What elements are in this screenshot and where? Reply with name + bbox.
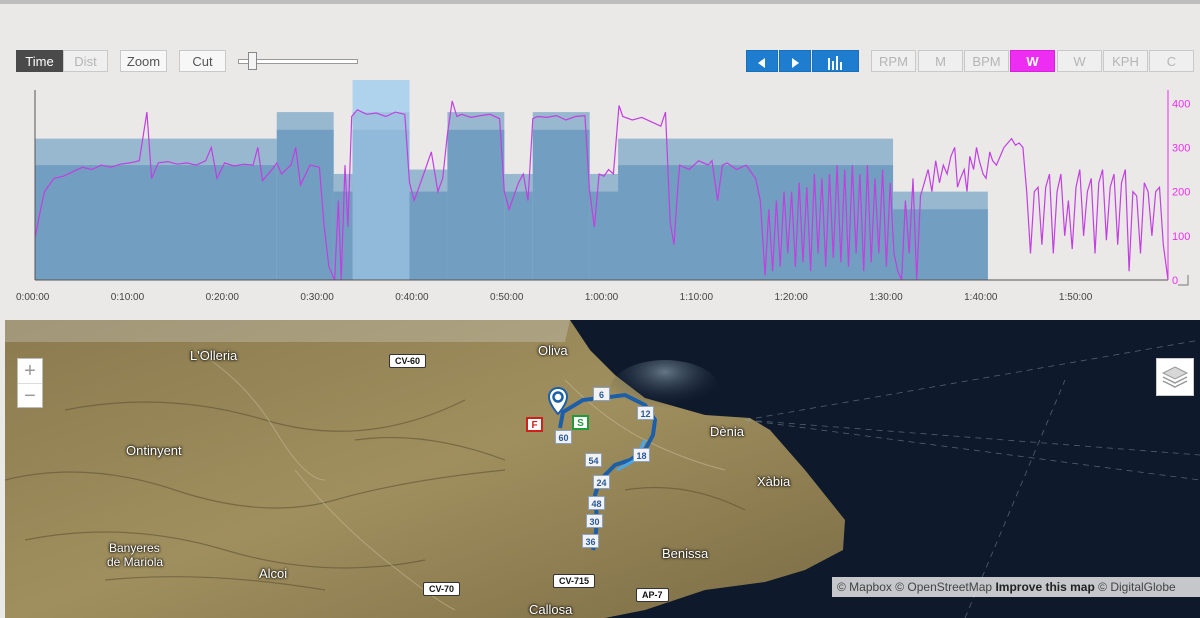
km-marker: 54 bbox=[585, 453, 602, 467]
km-marker: 60 bbox=[555, 430, 572, 444]
interval-band-lower bbox=[409, 191, 448, 280]
layers-button[interactable] bbox=[1156, 358, 1194, 396]
interval-band-lower bbox=[504, 191, 533, 280]
x-tick-label: 1:40:00 bbox=[964, 292, 998, 303]
x-tick-label: 1:30:00 bbox=[869, 292, 903, 303]
km-marker: 18 bbox=[633, 448, 650, 462]
resize-handle-icon bbox=[1178, 275, 1189, 286]
y-tick-label: 0 bbox=[1172, 275, 1178, 287]
x-tick-label: 0:30:00 bbox=[300, 292, 334, 303]
triangle-right-icon bbox=[792, 57, 799, 68]
triangle-left-icon bbox=[758, 57, 765, 68]
cut-button[interactable]: Cut bbox=[179, 50, 226, 72]
zoom-control: + − bbox=[17, 358, 43, 408]
place-label: Xàbia bbox=[757, 474, 791, 489]
place-label: Dènia bbox=[710, 424, 744, 439]
metric-button-kph[interactable]: KPH bbox=[1103, 50, 1148, 72]
x-tick-label: 1:50:00 bbox=[1059, 292, 1093, 303]
finish-marker[interactable]: F bbox=[526, 417, 543, 432]
power-chart[interactable]: 0 100 200 300 400 0:00:00 0:10:00 0:20:00 0:30:0… bbox=[0, 80, 1200, 308]
zoom-slider-handle[interactable] bbox=[248, 52, 258, 70]
improve-map-link[interactable]: Improve this map bbox=[995, 580, 1094, 594]
place-label: Alcoi bbox=[259, 566, 288, 581]
road-shield: CV-715 bbox=[553, 574, 596, 588]
next-button[interactable] bbox=[779, 50, 811, 72]
dist-toggle-button[interactable]: Dist bbox=[63, 50, 108, 72]
metric-button-rpm[interactable]: RPM bbox=[871, 50, 916, 72]
chart-mode-button[interactable] bbox=[812, 50, 859, 72]
zoom-out-button[interactable]: − bbox=[18, 384, 42, 408]
time-toggle-button[interactable]: Time bbox=[16, 50, 63, 72]
map-attribution: © Mapbox © OpenStreetMap Improve this ma… bbox=[832, 577, 1200, 597]
y-tick-label: 100 bbox=[1172, 231, 1190, 243]
prev-button[interactable] bbox=[746, 50, 778, 72]
top-border bbox=[0, 0, 1200, 4]
selection-overlay bbox=[352, 80, 410, 280]
x-tick-label: 1:00:00 bbox=[585, 292, 619, 303]
place-label: Oliva bbox=[538, 343, 568, 358]
x-tick-label: 0:50:00 bbox=[490, 292, 524, 303]
road-shield: CV-60 bbox=[389, 354, 427, 368]
x-tick-label: 0:40:00 bbox=[395, 292, 429, 303]
interval-band-lower bbox=[589, 191, 619, 280]
km-marker: 30 bbox=[586, 514, 603, 528]
place-label: Ontinyent bbox=[126, 443, 182, 458]
km-marker: 6 bbox=[593, 387, 610, 401]
x-tick-label: 1:20:00 bbox=[774, 292, 808, 303]
metric-button-c[interactable]: C bbox=[1149, 50, 1194, 72]
attribution-digitalglobe[interactable]: © DigitalGlobe bbox=[1098, 580, 1176, 594]
metric-button-w[interactable]: W bbox=[1057, 50, 1102, 72]
x-tick-label: 0:00:00 bbox=[16, 292, 50, 303]
x-tick-label: 0:10:00 bbox=[111, 292, 145, 303]
km-marker: 36 bbox=[582, 534, 599, 548]
place-label: Callosa bbox=[529, 602, 573, 617]
zoom-button[interactable]: Zoom bbox=[120, 50, 167, 72]
x-tick-label: 0:20:00 bbox=[206, 292, 240, 303]
interval-band-lower bbox=[447, 129, 505, 280]
y-tick-label: 300 bbox=[1172, 142, 1190, 154]
place-label: Benissa bbox=[662, 546, 709, 561]
km-marker: 24 bbox=[593, 475, 610, 489]
interval-band-lower bbox=[35, 165, 277, 280]
place-label: L'Olleria bbox=[190, 348, 238, 363]
zoom-in-button[interactable]: + bbox=[18, 359, 42, 384]
interval-band-lower bbox=[532, 129, 590, 280]
y-tick-label: 400 bbox=[1172, 98, 1190, 110]
satellite-terrain bbox=[5, 320, 1200, 618]
road-shield: CV-70 bbox=[423, 582, 461, 596]
attribution-osm[interactable]: © OpenStreetMap bbox=[895, 580, 992, 594]
km-marker: 12 bbox=[637, 406, 654, 420]
bar-chart-icon bbox=[827, 55, 842, 70]
metric-button-w[interactable]: W bbox=[1010, 50, 1055, 72]
place-label: Banyeres bbox=[109, 541, 160, 555]
metric-button-m[interactable]: M bbox=[918, 50, 963, 72]
x-tick-label: 1:10:00 bbox=[680, 292, 714, 303]
location-pin-icon[interactable] bbox=[548, 387, 568, 415]
attribution-mapbox[interactable]: © Mapbox bbox=[837, 580, 892, 594]
place-label: de Mariola bbox=[107, 555, 164, 569]
route-map[interactable]: Oliva L'Olleria Ontinyent Dènia Xàbia Be… bbox=[5, 320, 1200, 618]
km-marker: 48 bbox=[588, 496, 605, 510]
interval-band-lower bbox=[276, 129, 334, 280]
road-shield: AP-7 bbox=[636, 588, 669, 602]
metric-button-bpm[interactable]: BPM bbox=[964, 50, 1009, 72]
y-tick-label: 200 bbox=[1172, 187, 1190, 199]
layers-icon bbox=[1161, 366, 1189, 388]
start-marker[interactable]: S bbox=[572, 415, 589, 430]
